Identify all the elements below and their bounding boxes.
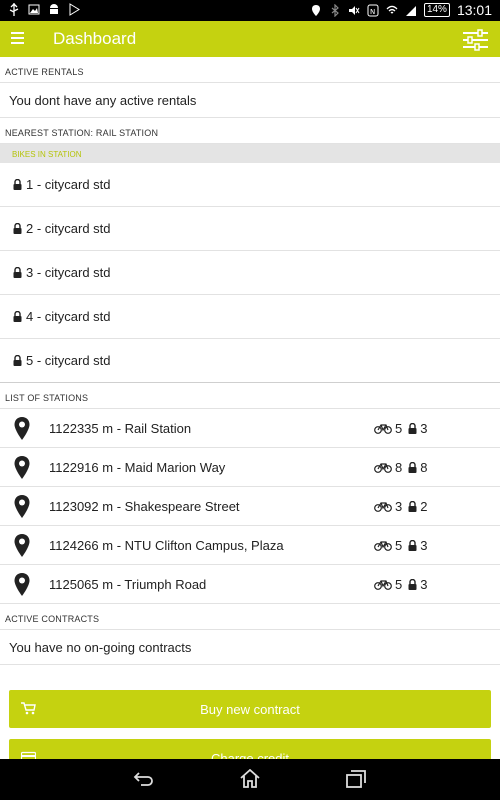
system-icons: N 14% 13:01 — [310, 2, 492, 18]
clock: 13:01 — [456, 2, 492, 18]
notification-icons — [8, 3, 80, 16]
sliders-icon[interactable] — [463, 29, 488, 51]
signal-icon — [405, 5, 416, 16]
bicycle-icon — [374, 424, 392, 434]
bike-item[interactable]: 3 - citycard std — [0, 251, 500, 295]
lock-icon — [13, 311, 22, 322]
status-bar: N 14% 13:01 — [0, 0, 500, 21]
map-pin-icon — [14, 573, 30, 596]
bike-label: 4 - citycard std — [26, 309, 111, 324]
station-stats: 5 3 — [374, 577, 427, 592]
nfc-icon: N — [367, 4, 379, 16]
lock-icon — [13, 179, 22, 190]
back-icon[interactable] — [133, 769, 155, 789]
bikes-in-station-subheader: BIKES IN STATION — [0, 144, 500, 163]
bike-label: 2 - citycard std — [26, 221, 111, 236]
station-stats: 3 2 — [374, 499, 427, 514]
active-rentals-message: You dont have any active rentals — [0, 83, 500, 118]
bicycle-icon — [374, 541, 392, 551]
free-locks-count: 2 — [420, 499, 428, 514]
free-locks-count: 8 — [420, 460, 428, 475]
map-pin-icon — [14, 534, 30, 557]
available-bikes-count: 3 — [395, 499, 403, 514]
buy-contract-label: Buy new contract — [200, 702, 300, 717]
lock-icon — [13, 223, 22, 234]
system-navigation-bar — [0, 759, 500, 800]
free-locks-count: 3 — [420, 577, 428, 592]
active-contracts-header: ACTIVE CONTRACTS — [0, 604, 500, 630]
app-bar: Dashboard — [0, 21, 500, 57]
charge-credit-label: Charge credit — [210, 751, 290, 759]
available-bikes-count: 8 — [395, 460, 403, 475]
bike-label: 1 - citycard std — [26, 177, 111, 192]
mute-icon — [348, 5, 360, 15]
active-contracts-message: You have no on-going contracts — [0, 630, 500, 665]
image-icon — [28, 4, 40, 15]
bike-label: 5 - citycard std — [26, 353, 111, 368]
station-name: 1123092 m - Shakespeare Street — [49, 499, 240, 514]
bicycle-icon — [374, 580, 392, 590]
bike-item[interactable]: 5 - citycard std — [0, 339, 500, 383]
hamburger-menu-icon[interactable] — [11, 32, 24, 44]
free-locks-count: 3 — [420, 538, 428, 553]
bicycle-icon — [374, 502, 392, 512]
svg-text:N: N — [370, 8, 375, 16]
map-pin-icon — [14, 495, 30, 518]
station-stats: 5 3 — [374, 421, 427, 436]
station-stats: 8 8 — [374, 460, 427, 475]
map-pin-icon — [14, 456, 30, 479]
android-icon — [50, 4, 58, 14]
station-name: 1124266 m - NTU Clifton Campus, Plaza — [49, 538, 284, 553]
location-icon — [311, 4, 320, 16]
active-rentals-header: ACTIVE RENTALS — [0, 57, 500, 83]
bike-item[interactable]: 4 - citycard std — [0, 295, 500, 339]
bike-item[interactable]: 1 - citycard std — [0, 163, 500, 207]
lock-icon — [13, 355, 22, 366]
bike-label: 3 - citycard std — [26, 265, 111, 280]
station-name: 1122916 m - Maid Marion Way — [49, 460, 226, 475]
station-name: 1122335 m - Rail Station — [49, 421, 192, 436]
lock-icon — [408, 579, 417, 590]
play-store-icon — [69, 3, 80, 16]
lock-icon — [13, 267, 22, 278]
station-item[interactable]: 1125065 m - Triumph Road 5 3 — [0, 565, 500, 604]
available-bikes-count: 5 — [395, 421, 403, 436]
lock-icon — [408, 462, 417, 473]
available-bikes-count: 5 — [395, 538, 403, 553]
bike-list: 1 - citycard std 2 - citycard std 3 - ci… — [0, 163, 500, 383]
lock-icon — [408, 501, 417, 512]
nearest-station-header: NEAREST STATION: RAIL STATION — [0, 118, 500, 144]
charge-credit-button[interactable]: Charge credit — [9, 739, 491, 759]
battery-indicator: 14% — [423, 3, 450, 17]
station-item[interactable]: 1124266 m - NTU Clifton Campus, Plaza 5 … — [0, 526, 500, 565]
usb-icon — [9, 3, 19, 16]
station-item[interactable]: 1122916 m - Maid Marion Way 8 8 — [0, 448, 500, 487]
station-item[interactable]: 1123092 m - Shakespeare Street 3 2 — [0, 487, 500, 526]
stations-header: LIST OF STATIONS — [0, 383, 500, 409]
page-title: Dashboard — [53, 29, 137, 48]
bicycle-icon — [374, 463, 392, 473]
station-name: 1125065 m - Triumph Road — [49, 577, 207, 592]
map-pin-icon — [14, 417, 30, 440]
bike-item[interactable]: 2 - citycard std — [0, 207, 500, 251]
lock-icon — [408, 423, 417, 434]
free-locks-count: 3 — [420, 421, 428, 436]
wifi-icon — [386, 5, 398, 13]
station-stats: 5 3 — [374, 538, 427, 553]
available-bikes-count: 5 — [395, 577, 403, 592]
station-list: 1122335 m - Rail Station 5 3 1122916 m -… — [0, 409, 500, 604]
lock-icon — [408, 540, 417, 551]
dashboard-content[interactable]: ACTIVE RENTALS You dont have any active … — [0, 57, 500, 759]
buy-contract-button[interactable]: Buy new contract — [9, 690, 491, 728]
home-icon[interactable] — [239, 769, 261, 789]
bluetooth-icon — [331, 3, 339, 17]
recent-apps-icon[interactable] — [345, 769, 367, 789]
station-item[interactable]: 1122335 m - Rail Station 5 3 — [0, 409, 500, 448]
